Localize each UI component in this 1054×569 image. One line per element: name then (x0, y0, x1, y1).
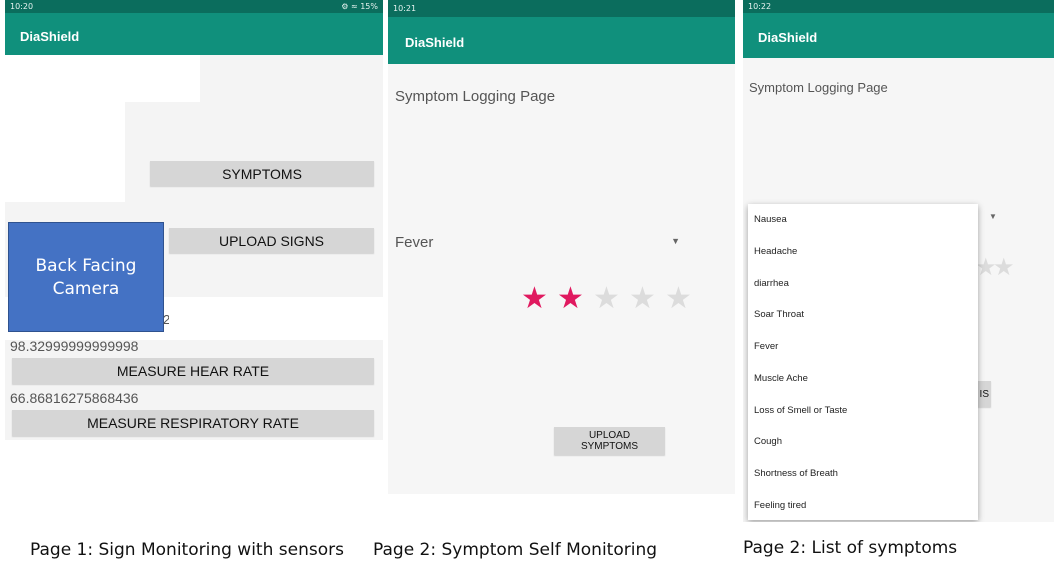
star-icon: ★ (993, 254, 1015, 281)
status-time: 10:21 (393, 4, 417, 13)
screen-symptom-list: 10:22 DiaShield Symptom Logging Page ▼ ★… (743, 0, 1054, 522)
dropdown-option[interactable]: Cough (754, 436, 782, 447)
page-heading: Symptom Logging Page (749, 80, 888, 95)
app-title: DiaShield (20, 29, 80, 44)
star-icon[interactable]: ★ (521, 284, 548, 314)
app-bar: DiaShield (5, 13, 383, 55)
symptoms-button[interactable]: SYMPTOMS (150, 161, 374, 186)
measure-heart-rate-button[interactable]: MEASURE HEAR RATE (12, 358, 374, 384)
dropdown-option[interactable]: Headache (754, 246, 797, 257)
status-time: 10:20 (10, 2, 34, 11)
caret-down-icon: ▼ (671, 236, 680, 246)
rating-bar[interactable]: ★ ★ ★ ★ ★ (521, 284, 701, 318)
hidden-digit-fragment: 2 (163, 312, 169, 326)
status-bar: 10:22 (743, 0, 1054, 13)
dropdown-option[interactable]: Soar Throat (754, 309, 804, 320)
measure-respiratory-rate-button[interactable]: MEASURE RESPIRATORY RATE (12, 410, 374, 436)
dropdown-option[interactable]: Muscle Ache (754, 373, 808, 384)
star-icon[interactable]: ★ (593, 284, 620, 314)
upload-signs-button[interactable]: UPLOAD SIGNS (169, 228, 374, 253)
app-title: DiaShield (758, 30, 818, 45)
status-time: 10:22 (748, 2, 772, 11)
status-bar: 10:20 ⚙ ≈ 15% (5, 0, 383, 13)
caption-page2: Page 2: Symptom Self Monitoring (373, 540, 658, 560)
status-bar: 10:21 (388, 0, 735, 17)
camera-label-line1: Back Facing (35, 256, 137, 276)
dropdown-option[interactable]: Nausea (754, 214, 787, 225)
status-indicators: ⚙ ≈ 15% (341, 2, 378, 11)
heart-rate-value: 98.32999999999998 (10, 338, 139, 354)
page-heading: Symptom Logging Page (395, 88, 556, 105)
app-bar: DiaShield (743, 13, 1054, 58)
app-title: DiaShield (405, 35, 465, 50)
back-facing-camera-preview: Back Facing Camera (8, 222, 164, 332)
app-bar: DiaShield (388, 17, 735, 64)
star-icon[interactable]: ★ (629, 284, 656, 314)
dropdown-option[interactable]: diarrhea (754, 278, 789, 289)
dropdown-option[interactable]: Loss of Smell or Taste (754, 405, 847, 416)
camera-label-line2: Camera (52, 279, 120, 299)
screen-sign-monitoring: 10:20 ⚙ ≈ 15% DiaShield SYMPTOMS UPLOAD … (5, 0, 383, 520)
symptom-dropdown[interactable]: Fever ▼ (395, 232, 680, 254)
caption-page1: Page 1: Sign Monitoring with sensors (30, 540, 344, 560)
star-icon[interactable]: ★ (557, 284, 584, 314)
star-icon[interactable]: ★ (665, 284, 692, 314)
dropdown-option[interactable]: Fever (754, 341, 778, 352)
caption-page3: Page 2: List of symptoms (743, 538, 958, 558)
selected-symptom: Fever (395, 234, 434, 251)
dropdown-option[interactable]: Feeling tired (754, 500, 806, 511)
respiratory-rate-value: 66.86816275868436 (10, 390, 139, 406)
caret-down-icon: ▼ (989, 212, 997, 221)
screen-symptom-logging: 10:21 DiaShield Symptom Logging Page Fev… (388, 0, 735, 494)
upload-symptoms-button[interactable]: UPLOAD SYMPTOMS (554, 427, 665, 455)
symptom-dropdown-menu: Nausea Headache diarrhea Soar Throat Fev… (748, 204, 978, 520)
dropdown-option[interactable]: Shortness of Breath (754, 468, 838, 479)
content-panel (200, 55, 383, 102)
